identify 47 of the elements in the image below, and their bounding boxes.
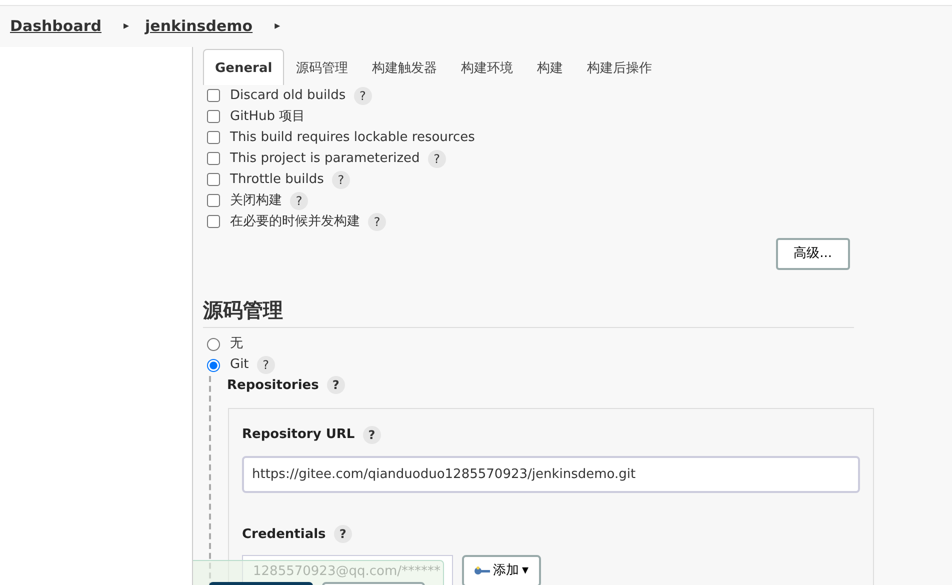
tab[interactable]: 构建后操作 (575, 49, 664, 85)
option-label: 关闭构建 (230, 192, 282, 210)
checkbox[interactable] (207, 215, 220, 228)
breadcrumb-link[interactable]: Dashboard (10, 15, 102, 38)
help-icon[interactable]: ? (368, 212, 386, 230)
checkbox[interactable] (207, 110, 220, 123)
option-label: 无 (230, 335, 243, 354)
repository-url-field[interactable]: https://gitee.com/qianduoduo1285570923/jenkinsdemo.git (242, 456, 860, 492)
tab[interactable]: 构建环境 (449, 49, 526, 85)
checkbox[interactable] (207, 152, 220, 165)
tab[interactable]: 源码管理 (284, 49, 360, 85)
tab[interactable]: General (203, 49, 284, 85)
field-label: Repository URL (242, 426, 355, 444)
radio-button[interactable] (207, 358, 220, 372)
help-icon[interactable]: ? (362, 426, 381, 444)
option-label: 在必要的时候并发构建 (230, 212, 360, 231)
breadcrumb-link[interactable]: jenkinsdemo (145, 15, 253, 38)
caret-icon: ▾ (522, 561, 529, 581)
option-label: This project is parameterized (230, 150, 420, 168)
help-icon[interactable]: ? (428, 150, 446, 168)
checkbox[interactable] (207, 173, 220, 186)
help-icon[interactable]: ? (332, 170, 350, 188)
breadcrumb-arrow[interactable]: ▸ (274, 18, 280, 35)
tab[interactable]: 构建触发器 (360, 49, 450, 85)
option-label: Throttle builds (230, 170, 324, 189)
add-label: 添加 (493, 562, 519, 580)
radio-button[interactable] (207, 338, 220, 350)
option-label: Git (230, 356, 249, 374)
add-button[interactable]: 添加 ▾ (462, 555, 541, 585)
help-icon[interactable]: ? (334, 525, 352, 544)
help-icon[interactable]: ? (354, 86, 372, 104)
key-icon (474, 566, 490, 576)
tab[interactable]: 构建 (525, 49, 576, 85)
advanced-button[interactable]: 高级... (776, 238, 850, 270)
help-icon[interactable]: ? (256, 356, 275, 374)
field-label: Credentials (242, 526, 326, 544)
checkbox[interactable] (207, 194, 220, 207)
help-icon[interactable]: ? (326, 376, 345, 394)
option-label: This build requires lockable resources (230, 128, 475, 147)
field-label: Repositories (227, 376, 319, 394)
checkbox[interactable] (207, 131, 220, 144)
section-heading: 源码管理 (203, 294, 854, 328)
checkbox[interactable] (207, 89, 220, 102)
option-label: GitHub 项目 (230, 108, 306, 126)
option-label: Discard old builds (230, 86, 346, 105)
breadcrumb-arrow[interactable]: ▸ (123, 18, 130, 35)
help-icon[interactable]: ? (290, 192, 308, 210)
